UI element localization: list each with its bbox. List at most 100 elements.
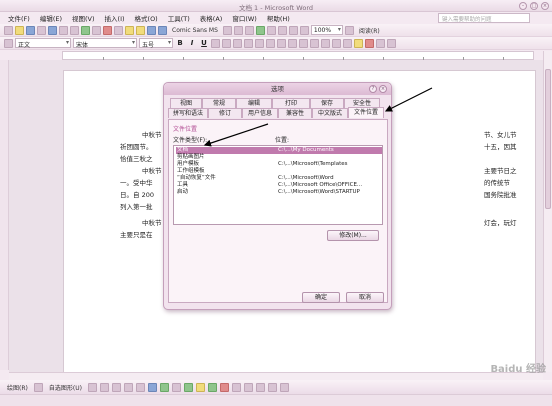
fill-color-icon[interactable] (195, 382, 205, 392)
line-style-icon[interactable] (231, 382, 241, 392)
font-color-draw-icon[interactable] (219, 382, 229, 392)
rectangle-icon[interactable] (111, 382, 121, 392)
tab-edit[interactable]: 编辑 (236, 98, 272, 108)
help-icon[interactable] (344, 25, 354, 35)
styles-pane-icon[interactable] (4, 38, 13, 48)
oval-icon[interactable] (123, 382, 133, 392)
menu-format[interactable]: 格式(O) (135, 13, 158, 23)
save-icon[interactable] (26, 25, 35, 35)
undo-icon[interactable] (147, 25, 156, 35)
vertical-ruler[interactable] (0, 60, 9, 370)
diagram-icon[interactable] (159, 382, 169, 392)
textbox-icon[interactable] (135, 382, 145, 392)
minimize-icon[interactable]: – (519, 2, 527, 10)
redo-icon[interactable] (158, 25, 167, 35)
outside-border-icon[interactable] (343, 38, 352, 48)
align-left-icon[interactable] (244, 38, 253, 48)
numbering-icon[interactable] (299, 38, 308, 48)
list-item[interactable]: “自动恢复”文件 C:\...\Microsoft\Word (176, 175, 382, 182)
align-center-icon[interactable] (255, 38, 264, 48)
cancel-button[interactable]: 取消 (346, 292, 384, 303)
close-icon[interactable]: × (379, 85, 387, 93)
tab-user-info[interactable]: 用户信息 (242, 108, 278, 118)
tab-compatibility[interactable]: 兼容性 (278, 108, 312, 118)
print-icon[interactable] (59, 25, 68, 35)
tab-spelling-grammar[interactable]: 拼写和语法 (168, 108, 208, 118)
spelling-icon[interactable] (81, 25, 90, 35)
underline-button[interactable]: U (199, 39, 209, 47)
help-icon[interactable]: ? (369, 85, 377, 93)
tab-asian-typography[interactable]: 中文版式 (312, 108, 348, 118)
picture-icon[interactable] (183, 382, 193, 392)
enclose-char-icon[interactable] (376, 38, 385, 48)
open-icon[interactable] (15, 25, 24, 35)
vertical-scrollbar[interactable] (543, 51, 552, 372)
close-icon[interactable]: × (541, 2, 549, 10)
bold-button[interactable]: B (175, 39, 185, 47)
tab-general[interactable]: 常规 (202, 98, 236, 108)
arrow-icon[interactable] (99, 382, 109, 392)
tab-track-changes[interactable]: 修订 (208, 108, 242, 118)
style-select[interactable]: 正文 (15, 38, 71, 49)
decrease-indent-icon[interactable] (321, 38, 330, 48)
show-hide-icon[interactable] (299, 25, 309, 35)
menu-tools[interactable]: 工具(T) (168, 13, 190, 23)
menu-help[interactable]: 帮助(H) (267, 13, 290, 23)
horizontal-ruler[interactable] (62, 51, 534, 60)
autoshapes-menu[interactable]: 自选图形(U) (49, 383, 82, 392)
arrow-style-icon[interactable] (255, 382, 265, 392)
modify-button[interactable]: 修改(M)... (327, 230, 379, 241)
maximize-icon[interactable]: □ (530, 2, 538, 10)
list-item[interactable]: 工具 C:\...\Microsoft Office\OFFICE... (176, 182, 382, 189)
help-search-input[interactable]: 键入需要帮助的问题 (438, 13, 530, 23)
tab-file-locations[interactable]: 文件位置 (348, 107, 384, 118)
insert-table-icon[interactable] (244, 25, 254, 35)
align-right-icon[interactable] (266, 38, 275, 48)
insert-excel-icon[interactable] (255, 25, 265, 35)
shadow-icon[interactable] (267, 382, 277, 392)
menu-table[interactable]: 表格(A) (200, 13, 223, 23)
hyperlink-icon[interactable] (222, 25, 232, 35)
font-color-icon[interactable] (365, 38, 374, 48)
list-item[interactable]: 文档 C:\...\My Documents (176, 147, 382, 154)
increase-indent-icon[interactable] (332, 38, 341, 48)
line-icon[interactable] (87, 382, 97, 392)
tab-print[interactable]: 打印 (272, 98, 310, 108)
list-item[interactable]: 用户模板 C:\...\Microsoft\Templates (176, 161, 382, 168)
font-size-select[interactable]: 五号 (139, 38, 173, 49)
scroll-thumb[interactable] (545, 69, 551, 209)
format-painter-icon[interactable] (136, 25, 145, 35)
paste-icon[interactable] (125, 25, 134, 35)
new-icon[interactable] (4, 25, 13, 35)
document-map-icon[interactable] (288, 25, 298, 35)
char-scaling-icon[interactable] (233, 38, 242, 48)
horizontal-scrollbar[interactable] (9, 372, 543, 380)
tab-view[interactable]: 视图 (170, 98, 202, 108)
research-icon[interactable] (92, 25, 101, 35)
highlight-icon[interactable] (354, 38, 363, 48)
line-color-icon[interactable] (207, 382, 217, 392)
file-locations-list[interactable]: 文档 C:\...\My Documents 剪贴画图片 用户模板 C:\...\M… (173, 145, 383, 225)
char-border-icon[interactable] (211, 38, 220, 48)
list-item[interactable]: 工作组模板 (176, 168, 382, 175)
menu-insert[interactable]: 插入(I) (105, 13, 125, 23)
tab-save[interactable]: 保存 (310, 98, 344, 108)
columns-icon[interactable] (266, 25, 276, 35)
bullets-icon[interactable] (310, 38, 319, 48)
copy-icon[interactable] (114, 25, 123, 35)
italic-button[interactable]: I (187, 39, 197, 47)
select-objects-icon[interactable] (33, 382, 43, 392)
drawing-icon[interactable] (277, 25, 287, 35)
menu-window[interactable]: 窗口(W) (232, 13, 257, 23)
draw-menu[interactable]: 绘图(R) (7, 383, 28, 392)
permission-icon[interactable] (37, 25, 46, 35)
menu-view[interactable]: 视图(V) (72, 13, 95, 23)
justify-icon[interactable] (277, 38, 286, 48)
clipart-icon[interactable] (171, 382, 181, 392)
special-font-label[interactable]: Comic Sans MS (172, 27, 218, 34)
read-button[interactable]: 阅读(R) (359, 26, 380, 35)
ok-button[interactable]: 确定 (302, 292, 340, 303)
list-item[interactable]: 启动 C:\...\Microsoft\Word\STARTUP (176, 189, 382, 196)
line-spacing-icon[interactable] (288, 38, 297, 48)
print-preview-icon[interactable] (70, 25, 79, 35)
